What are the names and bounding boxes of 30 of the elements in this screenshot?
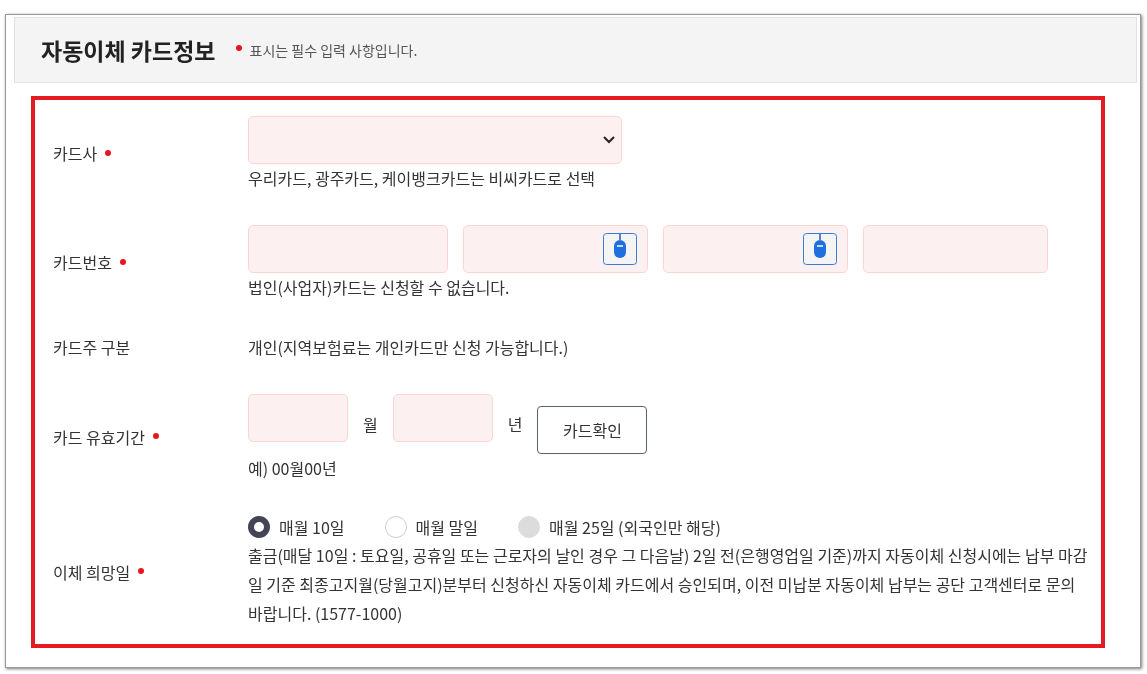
help-text: 우리카드, 광주카드, 케이뱅크카드는 비씨카드로 선택 (248, 166, 597, 190)
section-title: 자동이체 카드정보 (41, 33, 216, 67)
radio-label: 매월 10일 (279, 515, 345, 539)
help-text: 출금(매달 10일 : 토요일, 공휴일 또는 근로자의 날인 경우 그 다음날) 2일 전(은행영업일 기준)까지 자동이체 신청시에는 납부 마감일 기준 최종고지월(당월고지)분부터 신청하신 자동이체 카드에서 승인되며, 이전 미납분 자동이체 납부는 공단 고객센터로 문의 바랍니다. (1577-1000) (248, 542, 1088, 627)
field-label: 카드 유효기간 (53, 424, 145, 449)
unit-label: 년 (507, 411, 523, 436)
card-company-select[interactable] (248, 116, 622, 164)
help-text: 예) 00월00년 (248, 455, 338, 480)
field-label: 카드번호 (53, 250, 112, 275)
mouse-icon[interactable] (603, 233, 637, 266)
required-note: 표시는 필수 입력 사항입니다. (249, 40, 418, 60)
year-field[interactable] (392, 393, 493, 442)
caret-icon (603, 136, 615, 144)
input-field[interactable] (863, 225, 1048, 274)
input-field[interactable] (248, 225, 448, 274)
card-check-button[interactable]: 카드확인 (537, 405, 648, 454)
mouse-icon[interactable] (803, 233, 837, 266)
month-field[interactable] (248, 393, 348, 442)
field-label: 이체 희망일 (53, 559, 131, 584)
owner-type-text: 개인(지역보험료는 개인카드만 신청 가능합니다.) (248, 334, 569, 359)
radio-label: 매월 말일 (415, 515, 478, 539)
field-label: 카드사 (53, 141, 98, 165)
help-text: 법인(사업자)카드는 신청할 수 없습니다. (248, 275, 511, 300)
field-label: 카드주 구분 (53, 334, 131, 359)
radio-label: 매월 25일 (외국인만 해당) (549, 515, 721, 539)
required-dot-icon (235, 45, 242, 51)
unit-label: 월 (363, 411, 378, 436)
input-field[interactable] (663, 225, 848, 274)
input-field[interactable] (463, 225, 648, 274)
radio-button[interactable] (248, 516, 270, 538)
